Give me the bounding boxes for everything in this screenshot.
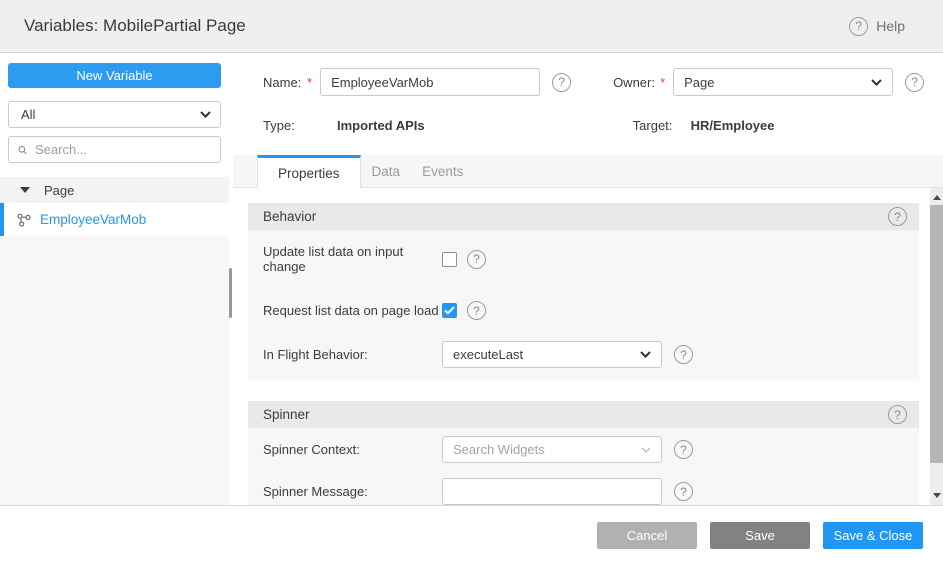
owner-selected-value: Page — [684, 75, 714, 90]
target-label: Target: — [633, 118, 680, 133]
spinner-help-icon[interactable]: ? — [888, 405, 907, 424]
chevron-down-icon — [641, 447, 651, 453]
variables-sidebar: New Variable All Page — [0, 53, 233, 505]
behavior-help-icon[interactable]: ? — [888, 207, 907, 226]
chevron-down-icon — [640, 351, 651, 358]
scrollbar-thumb[interactable] — [930, 205, 943, 463]
request-list-label: Request list data on page load — [263, 303, 442, 318]
name-required-asterisk: * — [307, 75, 312, 90]
update-list-help-icon[interactable]: ? — [467, 250, 486, 269]
help-label: Help — [876, 18, 905, 34]
name-help-icon[interactable]: ? — [552, 73, 571, 92]
variables-dialog: Variables: MobilePartial Page ? Help New… — [0, 0, 943, 565]
in-flight-label: In Flight Behavior: — [263, 347, 442, 362]
in-flight-dropdown[interactable]: executeLast — [442, 341, 662, 368]
tab-properties[interactable]: Properties — [257, 155, 361, 188]
tab-events[interactable]: Events — [411, 155, 474, 187]
variable-icon — [17, 213, 31, 227]
owner-help-icon[interactable]: ? — [905, 73, 924, 92]
update-list-label: Update list data on input change — [263, 244, 442, 274]
tree-group-label: Page — [44, 183, 74, 198]
page-title: Variables: MobilePartial Page — [24, 16, 246, 36]
search-input[interactable] — [35, 142, 211, 157]
variables-tree: Page EmployeeVarMob — [0, 177, 229, 505]
spinner-context-label: Spinner Context: — [263, 442, 442, 457]
in-flight-selected-value: executeLast — [453, 347, 523, 362]
request-list-help-icon[interactable]: ? — [467, 301, 486, 320]
owner-dropdown[interactable]: Page — [673, 68, 893, 96]
owner-required-asterisk: * — [660, 75, 665, 90]
spinner-message-help-icon[interactable]: ? — [674, 482, 693, 501]
spinner-context-dropdown[interactable]: Search Widgets — [442, 436, 662, 463]
type-label: Type: — [263, 118, 307, 133]
save-and-close-button[interactable]: Save & Close — [823, 522, 923, 549]
in-flight-help-icon[interactable]: ? — [674, 345, 693, 364]
tree-item-label: EmployeeVarMob — [40, 212, 146, 227]
behavior-section-title: Behavior — [263, 209, 316, 224]
tree-item-employeevarmob[interactable]: EmployeeVarMob — [0, 203, 229, 236]
spinner-context-placeholder: Search Widgets — [453, 442, 545, 457]
dialog-footer: Cancel Save Save & Close — [0, 505, 943, 565]
request-list-checkbox[interactable] — [442, 303, 457, 318]
checkmark-icon — [444, 306, 455, 315]
scrollbar-down-arrow-icon[interactable] — [930, 488, 943, 503]
variable-detail-panel: Name: * ? Owner: * Page ? Type: Imported… — [233, 53, 943, 505]
search-box — [8, 136, 221, 163]
type-value: Imported APIs — [337, 118, 425, 133]
spinner-message-field[interactable] — [442, 478, 662, 505]
help-link[interactable]: ? Help — [849, 17, 905, 36]
spinner-message-label: Spinner Message: — [263, 484, 442, 499]
spinner-section-title: Spinner — [263, 407, 310, 422]
properties-scroll-area: Behavior ? Update list data on input cha… — [233, 188, 943, 505]
tree-group-page[interactable]: Page — [0, 177, 229, 203]
spinner-context-help-icon[interactable]: ? — [674, 440, 693, 459]
scrollbar-up-arrow-icon[interactable] — [930, 190, 943, 205]
variable-form-header: Name: * ? Owner: * Page ? Type: Imported… — [233, 53, 943, 155]
filter-dropdown[interactable]: All — [8, 101, 221, 128]
help-icon: ? — [849, 17, 868, 36]
new-variable-button[interactable]: New Variable — [8, 63, 221, 88]
save-button[interactable]: Save — [710, 522, 810, 549]
filter-selected-value: All — [21, 107, 35, 122]
sidebar-scrollbar-thumb[interactable] — [229, 268, 232, 318]
detail-tabbar: Properties Data Events — [233, 155, 943, 188]
name-label: Name: — [263, 75, 307, 90]
target-value: HR/Employee — [691, 118, 775, 133]
update-list-checkbox[interactable] — [442, 252, 457, 267]
owner-label: Owner: — [613, 75, 660, 90]
tab-data[interactable]: Data — [361, 155, 412, 187]
chevron-down-icon — [200, 111, 211, 118]
search-icon — [18, 143, 27, 157]
name-field[interactable] — [320, 68, 540, 96]
cancel-button[interactable]: Cancel — [597, 522, 697, 549]
spinner-section: Spinner ? Spinner Context: Search Widget… — [248, 401, 919, 505]
chevron-down-icon — [871, 79, 882, 86]
expand-triangle-icon — [20, 187, 30, 193]
properties-scrollbar[interactable] — [930, 188, 943, 505]
dialog-header: Variables: MobilePartial Page ? Help — [0, 0, 943, 53]
behavior-section: Behavior ? Update list data on input cha… — [248, 203, 919, 381]
